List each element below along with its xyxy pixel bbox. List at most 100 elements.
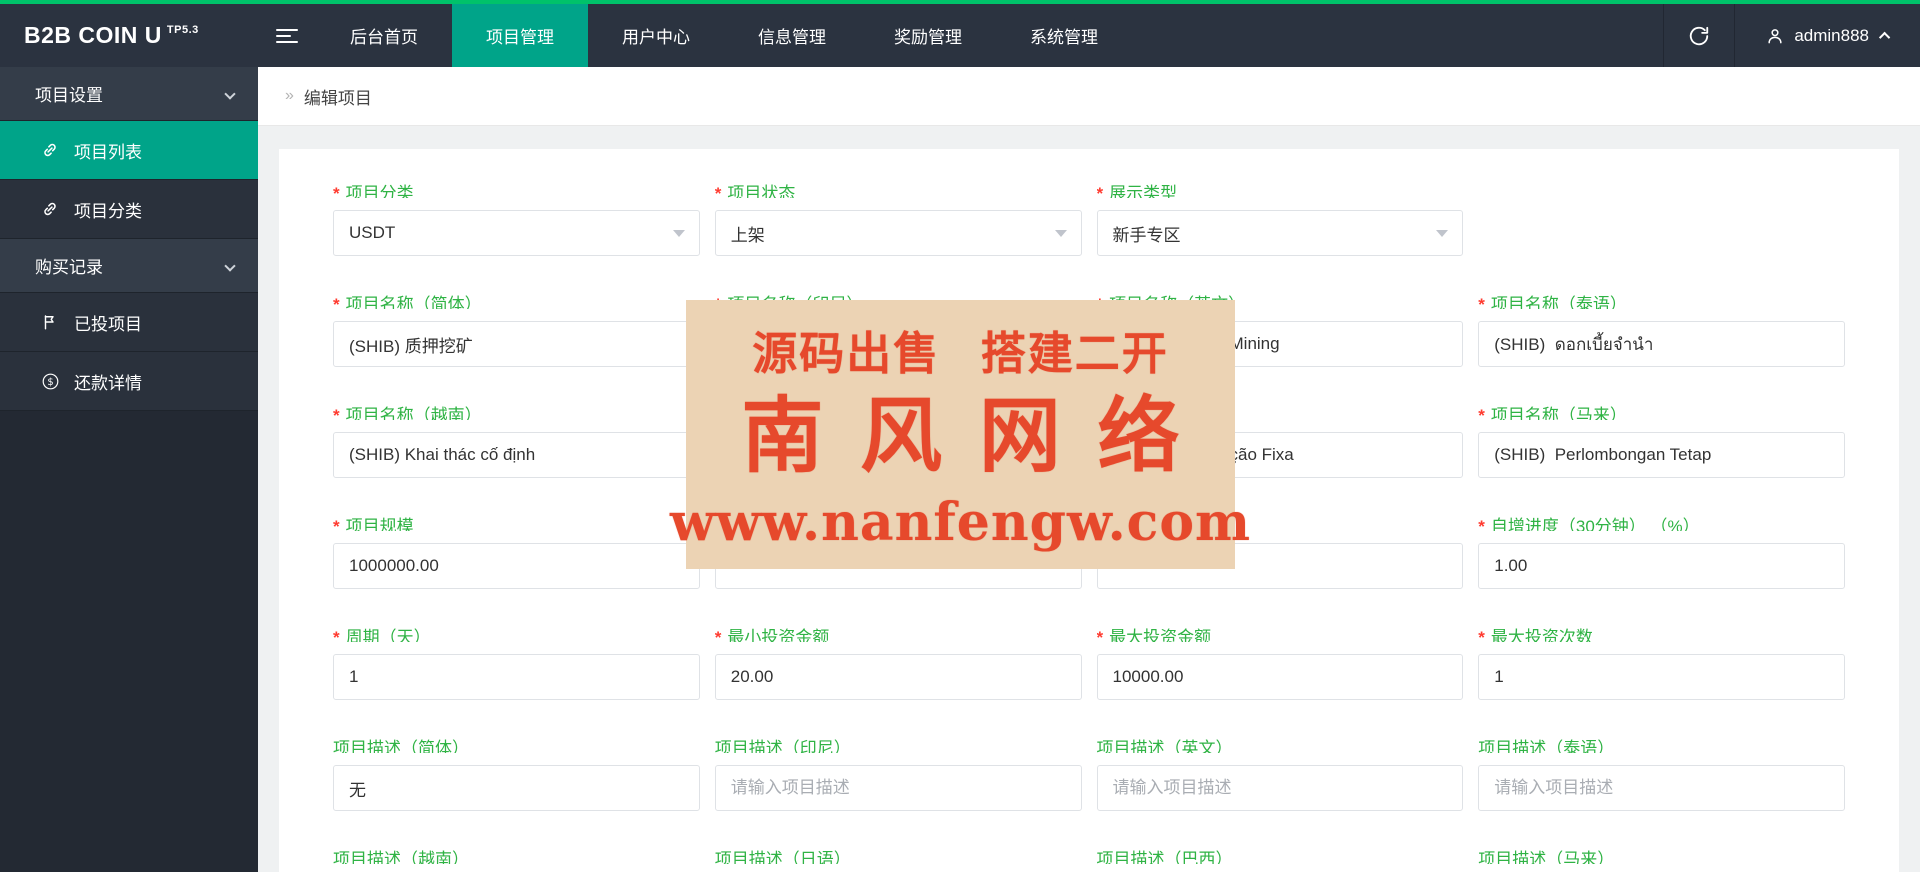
nav-tab[interactable]: 信息管理 (724, 4, 860, 67)
form-field: * 项目名称（简体） (333, 290, 700, 367)
form-field: * 项目名称（越南） (333, 401, 700, 478)
field-input[interactable] (714, 654, 1082, 700)
form-field: * 项目规模 (333, 512, 700, 589)
field-input[interactable] (333, 543, 700, 589)
field-input[interactable] (1478, 765, 1845, 811)
field-label: 项目描述（日语） (714, 850, 851, 864)
sidebar-item-label: 购买记录 (35, 258, 103, 277)
app-logo-text: B2B COIN U (24, 22, 162, 48)
nav-tab-label: 后台首页 (350, 28, 418, 47)
form-field: *项目描述（印尼） (714, 734, 1082, 811)
required-asterisk: * (1096, 184, 1104, 198)
nav-tab[interactable]: 奖励管理 (860, 4, 996, 67)
form-field: * 最大投资金额 (1096, 623, 1464, 700)
app-logo-version: TP5.3 (166, 23, 199, 36)
user-icon (1765, 26, 1785, 46)
user-menu[interactable]: admin888 (1734, 4, 1920, 67)
sidebar-item-已投项目[interactable]: 已投项目 (0, 293, 258, 352)
form-field: *项目描述（简体） (333, 734, 700, 811)
required-asterisk: * (333, 184, 340, 198)
field-label: 项目描述（巴西） (1096, 850, 1233, 864)
required-asterisk: * (1478, 295, 1485, 309)
required-asterisk: * (1478, 406, 1485, 420)
field-label: 项目名称（越南） (345, 406, 482, 420)
top-navbar: B2B COIN U TP5.3 后台首页 项目管理 用户中心 信息管理 奖励管理 系统管… (0, 4, 1920, 67)
sidebar-item-项目设置[interactable]: 项目设置 (0, 67, 258, 121)
nav-tab[interactable]: 系统管理 (996, 4, 1132, 67)
required-asterisk: * (333, 517, 340, 531)
watermark-line-2: 南 风 网 络 (741, 390, 1180, 482)
field-input[interactable] (333, 654, 700, 700)
form-field: * 最大投资次数 (1478, 623, 1845, 700)
breadcrumb: » 编辑项目 (258, 67, 1920, 126)
sidebar-item-项目列表[interactable]: 项目列表 (0, 121, 258, 180)
chevron-down-icon (1054, 230, 1067, 237)
app-logo: B2B COIN U TP5.3 (0, 4, 258, 67)
field-label: 项目规模 (345, 517, 414, 531)
breadcrumb-separator-icon: » (285, 87, 294, 104)
field-input[interactable] (333, 321, 700, 367)
flag-icon (40, 312, 60, 332)
username: admin888 (1794, 25, 1869, 45)
required-asterisk: * (333, 406, 340, 420)
form-field: * 项目名称（马来） (1478, 401, 1845, 478)
sidebar-item-还款详情[interactable]: $ 还款详情 (0, 352, 258, 411)
sidebar-toggle-button[interactable] (258, 4, 316, 67)
chevron-down-icon (672, 230, 685, 237)
field-label: 周期（天） (345, 628, 431, 642)
field-input[interactable] (333, 765, 700, 811)
required-asterisk: * (333, 628, 340, 642)
nav-tab[interactable]: 项目管理 (452, 4, 588, 67)
sidebar-item-label: 项目设置 (35, 86, 103, 105)
field-input[interactable] (1478, 654, 1845, 700)
form-field: *项目描述（越南） (333, 845, 700, 872)
form-field: * (1478, 179, 1845, 256)
nav-tab-label: 项目管理 (486, 28, 554, 47)
form-field: * 周期（天） (333, 623, 700, 700)
chevron-down-icon (224, 87, 236, 100)
form-field: *项目描述（英文） (1096, 734, 1464, 811)
field-label: 项目描述（英文） (1096, 739, 1233, 753)
field-input[interactable] (1096, 765, 1464, 811)
field-input[interactable] (1478, 432, 1845, 478)
sidebar-item-label: 已投项目 (74, 314, 142, 334)
dollar-icon: $ (40, 371, 60, 391)
required-asterisk: * (1478, 517, 1485, 531)
nav-tab[interactable]: 后台首页 (316, 4, 452, 67)
link-icon (40, 199, 60, 219)
nav-tab[interactable]: 用户中心 (588, 4, 724, 67)
field-select[interactable] (1096, 210, 1464, 256)
chevron-down-icon (224, 259, 236, 272)
refresh-button[interactable] (1663, 4, 1734, 67)
field-input[interactable] (1096, 654, 1464, 700)
sidebar-item-label: 项目列表 (74, 142, 142, 162)
sidebar-item-项目分类[interactable]: 项目分类 (0, 180, 258, 239)
sidebar: 项目设置 项目列表 项目分类 购买记录 已投项目 $ 还款详情 (0, 67, 258, 872)
page-title: 编辑项目 (303, 88, 372, 108)
required-asterisk: * (333, 295, 340, 309)
form-field: * 项目分类 (333, 179, 700, 256)
form-field: *项目描述（泰语） (1478, 734, 1845, 811)
form-field: *项目描述（巴西） (1097, 845, 1464, 872)
field-input[interactable] (333, 432, 700, 478)
sidebar-item-购买记录[interactable]: 购买记录 (0, 239, 258, 293)
field-input[interactable] (1478, 321, 1845, 367)
nav-tab-label: 信息管理 (758, 28, 826, 47)
form-field: *项目描述（马来） (1478, 845, 1845, 872)
form-field: * 项目状态 (714, 179, 1082, 256)
nav-tab-label: 系统管理 (1030, 28, 1098, 47)
svg-text:$: $ (47, 376, 53, 387)
field-label: 项目描述（简体） (333, 739, 469, 753)
field-label: 项目描述（泰语） (1478, 739, 1615, 753)
nav-tab-label: 用户中心 (622, 28, 690, 47)
field-label: 项目描述（马来） (1478, 850, 1615, 864)
field-label: 项目名称（泰语） (1490, 295, 1627, 309)
field-label: 项目描述（越南） (333, 850, 469, 864)
sidebar-item-label: 还款详情 (74, 373, 142, 393)
field-select[interactable] (333, 210, 700, 256)
field-label: 项目分类 (345, 184, 414, 198)
field-label: 自增进度（30分钟） （%） (1490, 517, 1700, 531)
field-select[interactable] (714, 210, 1082, 256)
field-input[interactable] (1478, 543, 1845, 589)
field-input[interactable] (714, 765, 1082, 811)
